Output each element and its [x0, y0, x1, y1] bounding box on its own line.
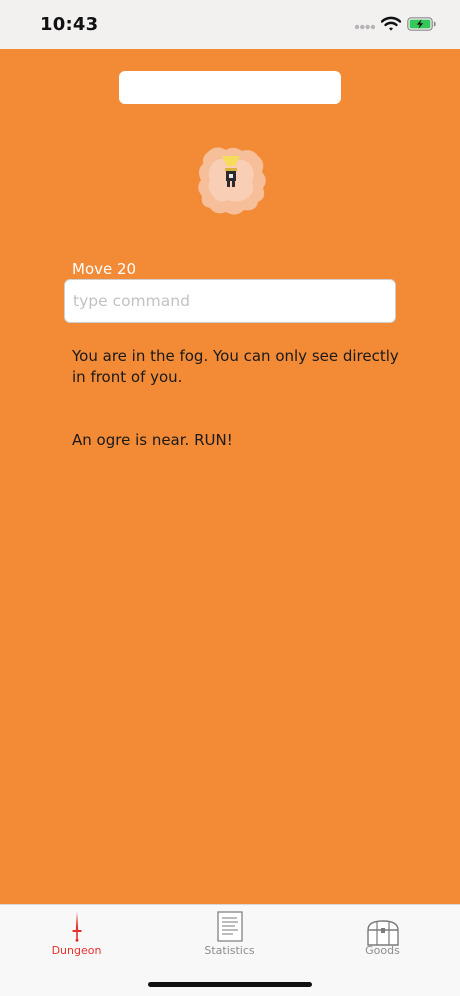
top-display-box [119, 71, 341, 104]
sword-icon [72, 911, 81, 942]
move-counter-label: Move 20 [72, 260, 137, 278]
tab-statistics-label: Statistics [204, 944, 255, 957]
tab-goods-label: Goods [365, 944, 400, 957]
tab-dungeon[interactable]: Dungeon [0, 905, 153, 965]
tab-goods[interactable]: Goods [306, 905, 459, 965]
wifi-icon [381, 16, 401, 31]
tab-bar: Dungeon Statistics Goods [0, 904, 460, 996]
status-time: 10:43 [40, 14, 99, 35]
main-content: Move 20 You are in the fog. You can only… [0, 49, 460, 904]
signal-dots-icon [354, 24, 376, 30]
command-input[interactable] [64, 279, 396, 323]
status-bar: 10:43 [0, 0, 460, 49]
document-icon [216, 911, 243, 942]
game-message: You are in the fog. You can only see dir… [72, 347, 399, 386]
game-message: An ogre is near. RUN! [72, 431, 233, 449]
battery-charging-icon [407, 17, 436, 31]
tab-dungeon-label: Dungeon [51, 944, 102, 957]
home-indicator[interactable] [148, 982, 312, 987]
fog-map-player-icon [198, 147, 266, 215]
tab-statistics[interactable]: Statistics [153, 905, 306, 965]
